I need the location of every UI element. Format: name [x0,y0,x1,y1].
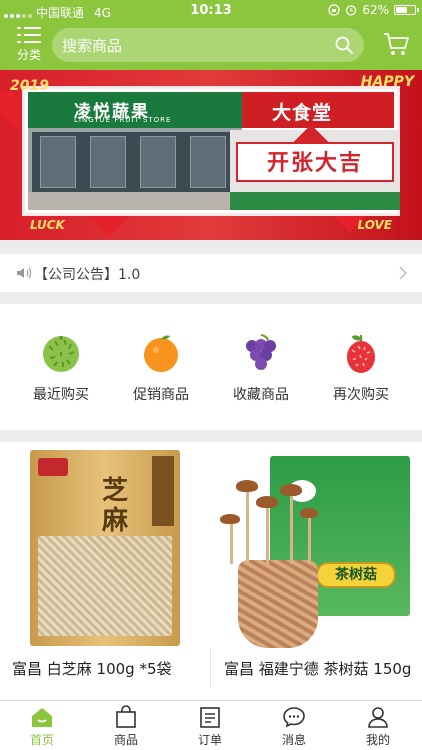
chevron-right-icon [399,266,408,280]
product-name: 富昌 福建宁德 茶树菇 150g [224,660,412,678]
tab-label: 我的 [365,733,390,747]
app-screen: 中国联通 4G 10:13 62% 分类 搜索商品 凌悦蔬果 LINGYUE F… [0,0,422,750]
tab-products[interactable]: 商品 [84,705,168,749]
basket-image [238,560,318,648]
durian-icon [43,336,79,372]
order-icon [200,707,220,728]
battery-icon [394,5,419,15]
lychee-icon [347,335,375,373]
banner-luck: LUCK [30,218,65,232]
orange-icon [144,335,178,372]
search-input[interactable]: 搜索商品 [52,28,364,62]
tab-label: 消息 [281,733,306,747]
alarm-icon [346,5,357,16]
tab-label: 商品 [113,733,138,747]
quick-entry-label: 促销商品 [133,387,189,403]
quick-entry-grid: 最近购买 促销商品 收藏商品 再次购买 [0,304,422,430]
package-title: 茶树菇 [316,562,396,588]
cart-icon[interactable] [382,30,410,58]
product-name: 富昌 白芝麻 100g *5袋 [12,660,172,678]
quick-entry-label: 再次购买 [333,387,389,403]
tab-orders[interactable]: 订单 [168,705,252,749]
quick-entry-recent[interactable]: 最近购买 [11,332,111,412]
tab-home[interactable]: 首页 [0,705,84,749]
opening-banner: 开张大吉 [230,124,400,210]
search-placeholder: 搜索商品 [62,37,123,55]
tab-label: 订单 [197,733,222,747]
message-icon [283,707,305,728]
menu-list-icon [17,26,41,44]
quick-entry-promotion[interactable]: 促销商品 [111,332,211,412]
store-name-en: LINGYUE FRUIT STORE [74,116,172,124]
tab-profile[interactable]: 我的 [336,705,420,749]
product-card[interactable]: 茶树菇 富昌 福建宁德 茶树菇 150g [212,442,422,700]
grape-icon [246,334,276,370]
top-header: 中国联通 4G 10:13 62% 分类 搜索商品 [0,0,422,70]
bottom-tab-bar: 首页 商品 订单 消息 我的 [0,700,422,750]
category-button[interactable]: 分类 [12,24,46,64]
store-photo: 凌悦蔬果 LINGYUE FRUIT STORE [28,92,242,210]
divider [210,648,211,688]
quick-entry-rebuy[interactable]: 再次购买 [311,332,411,412]
announcement-bar[interactable]: 【公司公告】1.0 [0,254,422,292]
banner-happy: HAPPY [360,74,414,90]
battery-percent: 62% [362,3,389,17]
opening-text: 开张大吉 [236,142,394,182]
store-sign: 凌悦蔬果 LINGYUE FRUIT STORE [28,92,242,128]
product-list: 芝麻 富昌 白芝麻 100g *5袋 茶树菇 富昌 福建宁德 茶树菇 150g [0,442,422,700]
brand-logo [38,458,68,476]
status-bar: 中国联通 4G 10:13 62% [0,0,422,22]
profile-icon [368,707,388,728]
quick-entry-favorites[interactable]: 收藏商品 [211,332,311,412]
bag-icon [116,705,136,728]
promo-banner[interactable]: 凌悦蔬果 LINGYUE FRUIT STORE 大食堂 开张大吉 2019 H… [0,70,422,240]
package-title: 芝麻 [102,476,129,536]
banner-love: LOVE [357,218,392,232]
banner-year: 2019 [10,78,49,94]
restaurant-sign: 大食堂 [242,92,394,128]
tab-messages[interactable]: 消息 [252,705,336,749]
tab-label: 首页 [29,733,54,747]
home-icon [32,708,52,727]
category-label: 分类 [16,48,41,62]
product-image-sesame: 芝麻 [30,450,180,646]
product-card[interactable]: 芝麻 富昌 白芝麻 100g *5袋 [0,442,210,700]
quick-entry-label: 最近购买 [33,387,89,403]
rotation-lock-icon [328,4,340,16]
quick-entry-label: 收藏商品 [233,387,289,403]
announcement-text: 【公司公告】1.0 [34,267,141,283]
search-icon[interactable] [334,35,354,55]
restaurant-name: 大食堂 [272,102,333,124]
speaker-icon [17,267,32,279]
